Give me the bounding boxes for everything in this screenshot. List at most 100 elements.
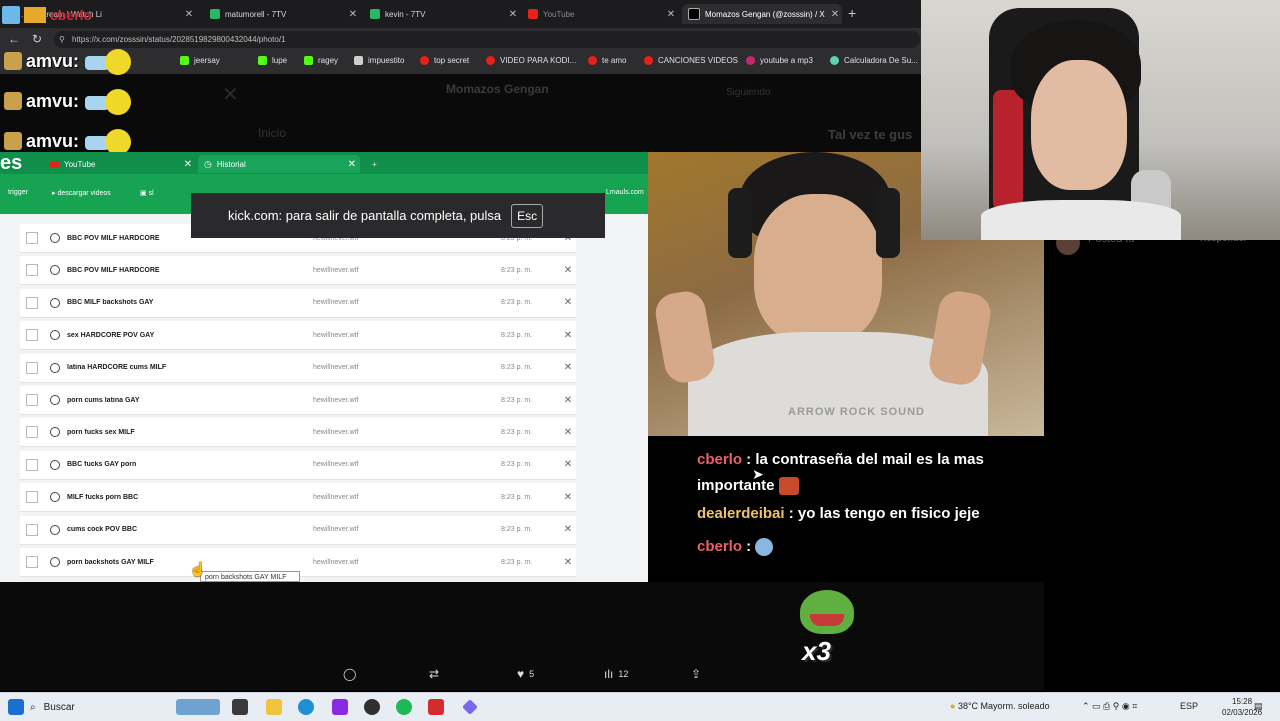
remove-icon[interactable]: ✕: [561, 492, 575, 503]
spotify-icon[interactable]: [396, 699, 412, 715]
windows-start-icon[interactable]: [8, 699, 24, 715]
remove-icon[interactable]: ✕: [561, 265, 575, 276]
row-checkbox[interactable]: [26, 426, 38, 439]
history-row[interactable]: BBC POV MILF HARDCORE hewillnever.wtf 8:23…: [20, 256, 576, 286]
app-icon[interactable]: [364, 699, 380, 715]
url-field[interactable]: ⚲ https://x.com/zosssin/status/202851982…: [54, 31, 920, 48]
history-row[interactable]: latina HARDCORE cums MILF hewillnever.wtf…: [20, 353, 576, 383]
close-icon[interactable]: ✕: [664, 9, 678, 20]
bookmark-item[interactable]: CANCIONES VIDEOS: [644, 56, 738, 65]
row-time: 8:23 p. m.: [501, 461, 533, 469]
row-checkbox[interactable]: [26, 491, 38, 504]
remove-icon[interactable]: ✕: [561, 330, 575, 341]
remove-icon[interactable]: ✕: [561, 297, 575, 308]
repost-action[interactable]: ⇄: [429, 667, 439, 681]
bookmark-item[interactable]: te amo: [588, 56, 626, 65]
history-row[interactable]: porn fucks sex MILF hewillnever.wtf 8:23 p…: [20, 418, 576, 448]
close-icon[interactable]: ✕: [184, 159, 192, 170]
bookmark-item[interactable]: ▣ sl: [140, 189, 154, 197]
browser-tab-2[interactable]: matumorell - 7TV ✕: [204, 4, 360, 24]
history-row[interactable]: porn cums latina GAY hewillnever.wtf 8:23 …: [20, 386, 576, 415]
close-icon[interactable]: ✕: [346, 9, 360, 20]
history-row[interactable]: BBC MILF backshots GAY hewillnever.wtf 8:2…: [20, 288, 576, 318]
task-view-icon[interactable]: [232, 699, 248, 715]
history-row[interactable]: BBC fucks GAY porn hewillnever.wtf 8:23 p.…: [20, 450, 576, 480]
row-checkbox[interactable]: [26, 296, 38, 309]
bookmark-item[interactable]: top secret: [420, 56, 469, 65]
bookmark-item[interactable]: Calculadora De Su...: [830, 56, 918, 65]
bookmark-item[interactable]: youtube a mp3: [746, 56, 813, 65]
close-icon[interactable]: ✕: [348, 159, 356, 170]
tray-icons[interactable]: ⌃ ▭ ⎙ ⚲ ◉ ⌗: [1082, 701, 1137, 712]
close-icon[interactable]: ✕: [182, 9, 196, 20]
like-action[interactable]: ♥ 5: [517, 667, 534, 681]
remove-icon[interactable]: ✕: [561, 395, 575, 406]
views-action[interactable]: ılı 12: [604, 667, 628, 681]
row-checkbox[interactable]: [26, 523, 38, 536]
row-checkbox[interactable]: [26, 556, 38, 568]
windows-taskbar: ⌕ Buscar ● 38°C Mayorm. soleado ⌃ ▭ ⎙ ⚲ …: [0, 692, 1280, 721]
browser-tab-3[interactable]: kevin - 7TV ✕: [364, 4, 520, 24]
row-title[interactable]: porn fucks sex MILF: [67, 429, 313, 436]
history-row[interactable]: sex HARDCORE POV GAY hewillnever.wtf 8:23 …: [20, 321, 576, 351]
new-tab-button[interactable]: +: [848, 5, 856, 21]
row-title[interactable]: BBC POV MILF HARDCORE: [67, 267, 313, 274]
browser-tab-4[interactable]: YouTube ✕: [522, 4, 678, 24]
history-row[interactable]: MILF fucks porn BBC hewillnever.wtf 8:23 p…: [20, 483, 576, 513]
widget-image-icon[interactable]: [176, 699, 220, 715]
share-action[interactable]: ⇪: [691, 667, 701, 681]
bookmark-item[interactable]: ragey: [304, 56, 338, 65]
reload-icon[interactable]: ↻: [32, 32, 42, 46]
back-icon[interactable]: ←: [8, 32, 20, 46]
remove-icon[interactable]: ✕: [561, 557, 575, 568]
app-icon[interactable]: [428, 699, 444, 715]
weather-widget[interactable]: ● 38°C Mayorm. soleado: [950, 701, 1050, 711]
chat-username[interactable]: dealerdeibai: [697, 505, 785, 522]
bookmark-item[interactable]: Lmauls.com: [606, 189, 644, 196]
row-title[interactable]: sex HARDCORE POV GAY: [67, 332, 313, 339]
edge-icon[interactable]: [298, 699, 314, 715]
row-checkbox[interactable]: [26, 232, 38, 244]
row-checkbox[interactable]: [26, 361, 38, 374]
bookmark-item[interactable]: VIDEO PARA KODI...: [486, 56, 576, 65]
reply-action[interactable]: ◯: [343, 667, 356, 681]
row-title[interactable]: BBC MILF backshots GAY: [67, 299, 313, 306]
browser-tab-active[interactable]: Momazos Gengan (@zosssin) / X ✕: [682, 4, 842, 24]
row-checkbox[interactable]: [26, 329, 38, 342]
remove-icon[interactable]: ✕: [561, 362, 575, 373]
nav-home[interactable]: Inicio: [258, 126, 286, 140]
esc-key[interactable]: Esc: [511, 203, 544, 228]
close-icon[interactable]: ✕: [828, 9, 842, 20]
row-checkbox[interactable]: [26, 458, 38, 471]
row-checkbox[interactable]: [26, 394, 38, 406]
app-icon[interactable]: [462, 699, 478, 715]
bookmark-item[interactable]: jeersay: [180, 56, 220, 65]
row-checkbox[interactable]: [26, 264, 38, 277]
app-icon[interactable]: [332, 699, 348, 715]
file-explorer-icon[interactable]: [266, 699, 282, 715]
row-title[interactable]: porn cums latina GAY: [67, 397, 313, 404]
bookmark-item[interactable]: ▸ descargar videos: [52, 189, 111, 197]
row-title[interactable]: MILF fucks porn BBC: [67, 494, 313, 501]
bookmark-item[interactable]: lupe: [258, 56, 287, 65]
history-row[interactable]: cums cock POV BBC hewillnever.wtf 8:23 p. …: [20, 515, 576, 545]
bookmark-item[interactable]: trigger: [8, 189, 28, 196]
history-tab-active[interactable]: ◷ Historial ✕: [198, 155, 360, 173]
row-title[interactable]: cums cock POV BBC: [67, 526, 313, 533]
following-button[interactable]: Siguiendo: [726, 87, 770, 98]
close-icon[interactable]: ✕: [506, 9, 520, 20]
remove-icon[interactable]: ✕: [561, 524, 575, 535]
row-title[interactable]: BBC fucks GAY porn: [67, 461, 313, 468]
language-indicator[interactable]: ESP: [1180, 701, 1198, 711]
row-title[interactable]: latina HARDCORE cums MILF: [67, 364, 313, 371]
remove-icon[interactable]: ✕: [561, 459, 575, 470]
chat-username[interactable]: cberlo: [697, 451, 742, 468]
x-logo-icon[interactable]: ✕: [222, 82, 239, 107]
frog-emote: x3: [794, 584, 860, 670]
history-tab-youtube[interactable]: YouTube ✕: [44, 155, 196, 173]
new-tab-button[interactable]: +: [366, 155, 386, 173]
remove-icon[interactable]: ✕: [561, 427, 575, 438]
chat-username[interactable]: cberlo: [697, 538, 742, 555]
notification-icon[interactable]: ▤: [1254, 701, 1263, 712]
bookmark-item[interactable]: impuestito: [354, 56, 404, 65]
